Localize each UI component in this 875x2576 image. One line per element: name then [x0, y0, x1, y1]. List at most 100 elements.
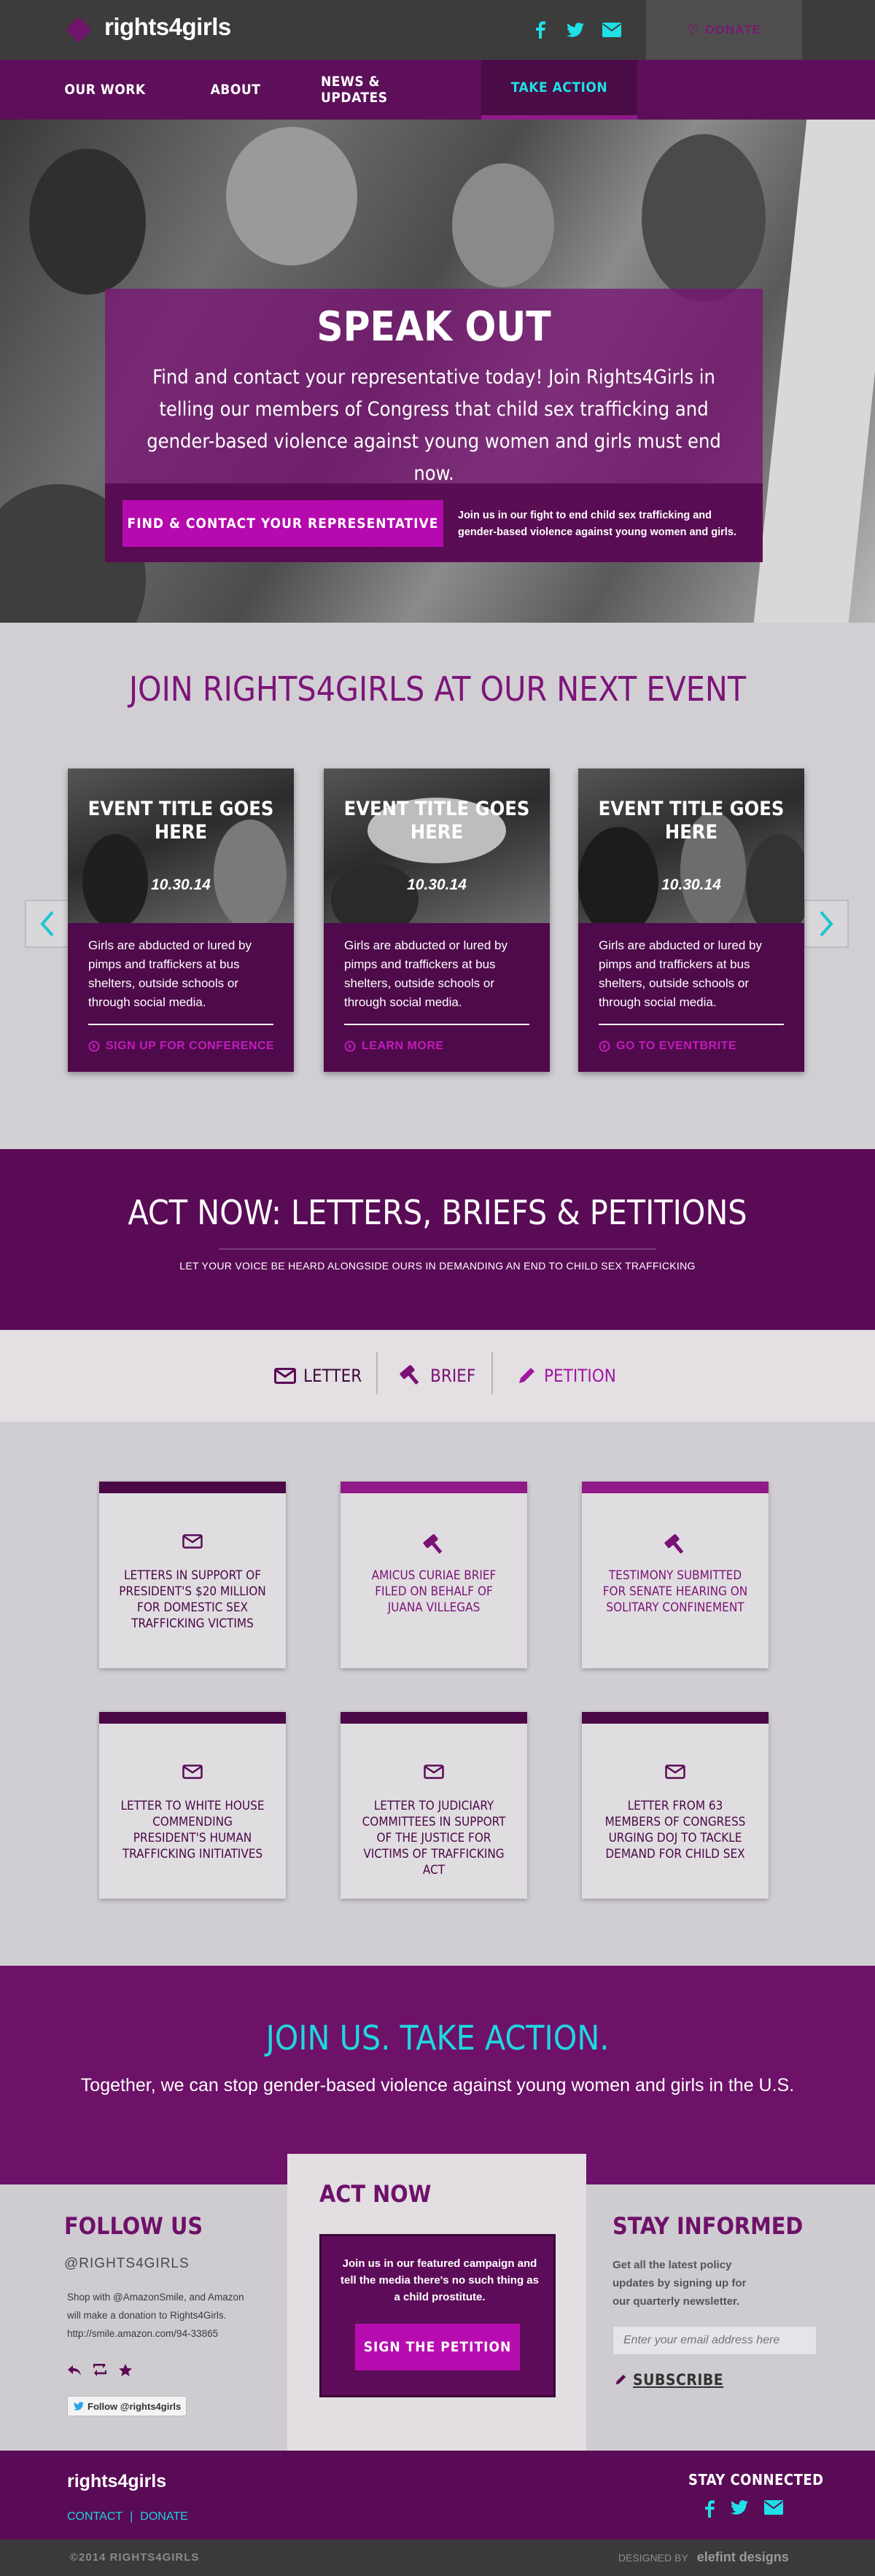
tweet-actions [67, 2364, 133, 2377]
logo-mark-icon[interactable] [65, 16, 93, 44]
event-link-label: GO TO EVENTBRITE [616, 1040, 737, 1052]
event-date: 10.30.14 [407, 876, 467, 893]
card-top-bar [341, 1712, 527, 1724]
favorite-star-icon[interactable] [118, 2364, 133, 2377]
arrow-circle-icon [344, 1040, 356, 1052]
subscribe-link[interactable]: SUBSCRIBE [614, 2371, 723, 2389]
envelope-icon [99, 1534, 286, 1549]
card-top-bar [582, 1712, 769, 1724]
event-title: EVENT TITLE GOES HERE [88, 798, 274, 844]
footer-links: CONTACT | DONATE [67, 2510, 188, 2524]
twitter-icon[interactable] [731, 2500, 748, 2515]
event-photo [324, 768, 550, 923]
document-card[interactable]: LETTERS IN SUPPORT OF PRESIDENT'S $20 MI… [99, 1482, 286, 1668]
retweet-icon[interactable] [92, 2364, 108, 2377]
tab-petition[interactable]: PETITION [516, 1355, 616, 1397]
twitter-handle[interactable]: @RIGHTS4GIRLS [64, 2256, 190, 2272]
gavel-icon [582, 1534, 769, 1556]
stay-connected-title: STAY CONNECTED [688, 2471, 824, 2489]
copyright-bar: ©2014 RIGHTS4GIRLS DESIGNED BY elefint d… [0, 2540, 875, 2576]
designer-credit[interactable]: DESIGNED BY elefint designs [618, 2550, 789, 2565]
email-field[interactable] [612, 2326, 817, 2355]
act-now-title: ACT NOW: LETTERS, BRIEFS & PETITIONS [128, 1193, 747, 1232]
event-card[interactable]: EVENT TITLE GOES HERE 10.30.14 Girls are… [324, 768, 550, 1072]
card-top-bar [99, 1482, 286, 1493]
find-representative-button[interactable]: FIND & CONTACT YOUR REPRESENTATIVE [122, 500, 443, 547]
document-card[interactable]: LETTER TO WHITE HOUSE COMMENDING PRESIDE… [99, 1712, 286, 1899]
document-card[interactable]: TESTIMONY SUBMITTED FOR SENATE HEARING O… [582, 1482, 769, 1668]
document-card[interactable]: LETTER TO JUDICIARY COMMITTEES IN SUPPOR… [341, 1712, 527, 1899]
divider [491, 1352, 493, 1394]
footer-link-contact[interactable]: CONTACT [67, 2510, 122, 2524]
envelope-icon [341, 1764, 527, 1779]
top-bar: rights4girls ♡ DONATE [0, 0, 875, 60]
events-title: JOIN RIGHTS4GIRLS AT OUR NEXT EVENT [128, 669, 747, 709]
facebook-icon[interactable] [704, 2500, 715, 2518]
document-card[interactable]: AMICUS CURIAE BRIEF FILED ON BEHALF OF J… [341, 1482, 527, 1668]
site-logo[interactable]: rights4girls [104, 13, 231, 41]
donate-label: DONATE [705, 23, 761, 36]
nav-item-about[interactable]: ABOUT [204, 60, 267, 120]
sign-petition-button[interactable]: SIGN THE PETITION [355, 2324, 520, 2370]
learn-more-link[interactable]: LEARN MORE [344, 1040, 541, 1053]
event-description: Girls are abducted or lured by pimps and… [599, 938, 762, 1009]
act-now-subtitle: LET YOUR VOICE BE HEARD ALONGSIDE OURS I… [179, 1260, 696, 1272]
gavel-icon [341, 1534, 527, 1556]
document-title: LETTER TO WHITE HOUSE COMMENDING PRESIDE… [120, 1799, 265, 1861]
sign-up-conference-link[interactable]: SIGN UP FOR CONFERENCE [88, 1040, 285, 1053]
twitter-bird-icon [74, 2402, 84, 2410]
event-photo [578, 768, 804, 923]
document-card[interactable]: LETTER FROM 63 MEMBERS OF CONGRESS URGIN… [582, 1712, 769, 1899]
event-card[interactable]: EVENT TITLE GOES HERE 10.30.14 Girls are… [578, 768, 804, 1072]
hero-title: SPEAK OUT [316, 303, 551, 351]
act-now-column-title: ACT NOW [319, 2180, 432, 2208]
nav-item-our-work[interactable]: OUR WORK [64, 60, 146, 120]
reply-icon[interactable] [67, 2364, 82, 2377]
pencil-icon [519, 1368, 534, 1383]
event-date: 10.30.14 [151, 876, 211, 893]
tab-label: LETTER [303, 1366, 362, 1386]
divider [219, 1248, 656, 1250]
eventbrite-link[interactable]: GO TO EVENTBRITE [599, 1040, 796, 1053]
follow-title: FOLLOW US [64, 2212, 203, 2240]
petition-box: Join us in our featured campaign and tel… [319, 2234, 556, 2397]
event-card[interactable]: EVENT TITLE GOES HERE 10.30.14 Girls are… [68, 768, 294, 1072]
nav-item-take-action[interactable]: TAKE ACTION [481, 60, 637, 120]
divider [344, 1024, 529, 1025]
tab-brief[interactable]: BRIEF [398, 1355, 475, 1397]
twitter-icon[interactable] [564, 19, 586, 41]
bottom-columns: FOLLOW US @RIGHTS4GIRLS Shop with @Amazo… [0, 2154, 875, 2451]
document-title: LETTER TO JUDICIARY COMMITTEES IN SUPPOR… [362, 1799, 506, 1877]
carousel-prev-button[interactable] [25, 900, 70, 948]
event-date: 10.30.14 [661, 876, 721, 893]
donate-button[interactable]: ♡ DONATE [646, 0, 802, 60]
card-top-bar [341, 1482, 527, 1493]
join-text: Together, we can stop gender-based viole… [80, 2075, 795, 2096]
hero-banner: SPEAK OUT Find and contact your represen… [0, 120, 875, 674]
facebook-icon[interactable] [529, 19, 551, 41]
documents-grid: LETTERS IN SUPPORT OF PRESIDENT'S $20 MI… [0, 1422, 875, 1966]
card-top-bar [99, 1712, 286, 1724]
footer-link-donate[interactable]: DONATE [140, 2510, 187, 2524]
hero-text: Find and contact your representative tod… [147, 366, 721, 485]
email-icon[interactable] [601, 19, 623, 41]
divider [88, 1024, 273, 1025]
tab-letter[interactable]: LETTER [274, 1355, 362, 1397]
footer-logo[interactable]: rights4girls [67, 2471, 166, 2492]
footer-link-separator: | [130, 2510, 133, 2523]
nav-item-news-updates[interactable]: NEWS & UPDATES [321, 60, 451, 120]
event-description: Girls are abducted or lured by pimps and… [344, 938, 508, 1009]
email-icon[interactable] [764, 2500, 783, 2515]
carousel-next-button[interactable] [804, 900, 849, 948]
tab-label: PETITION [544, 1366, 616, 1386]
petition-text: Join us in our featured campaign and tel… [341, 2257, 539, 2303]
hero-photo-shape [452, 163, 554, 287]
document-title: LETTERS IN SUPPORT OF PRESIDENT'S $20 MI… [119, 1568, 266, 1631]
event-photo [68, 768, 294, 923]
twitter-follow-button[interactable]: Follow @rights4girls [67, 2396, 187, 2416]
act-now-section: ACT NOW: LETTERS, BRIEFS & PETITIONS LET… [0, 1149, 875, 1330]
events-section: JOIN RIGHTS4GIRLS AT OUR NEXT EVENT EVEN… [0, 623, 875, 1149]
stay-informed-title: STAY INFORMED [612, 2212, 804, 2240]
hero-side-text: Join us in our fight to end child sex tr… [458, 510, 736, 538]
event-title: EVENT TITLE GOES HERE [343, 798, 530, 844]
